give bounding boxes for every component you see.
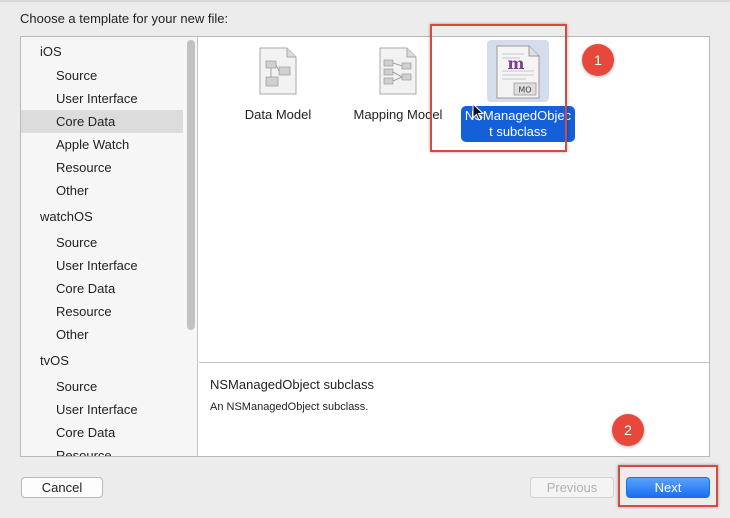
template-data-model[interactable]: Data Model (218, 37, 338, 147)
sidebar-item-watchos-resource[interactable]: Resource (21, 300, 183, 323)
annotation-step-badge: 2 (612, 414, 644, 446)
sidebar-item-tvos-source[interactable]: Source (21, 375, 183, 398)
annotation-highlight-template (430, 24, 567, 152)
platform-sidebar: iOS Source User Interface Core Data Appl… (21, 37, 198, 456)
mapping-model-icon (379, 47, 417, 95)
sidebar-item-watchos-core-data[interactable]: Core Data (21, 277, 183, 300)
data-model-icon (259, 47, 297, 95)
previous-button[interactable]: Previous (530, 477, 614, 498)
template-label: Data Model (244, 107, 312, 122)
dialog-prompt: Choose a template for your new file: (20, 11, 229, 26)
sidebar-item-ios-other[interactable]: Other (21, 179, 183, 202)
sidebar-item-ios-source[interactable]: Source (21, 64, 183, 87)
annotation-step-badge: 1 (582, 44, 614, 76)
sidebar-item-tvos-user-interface[interactable]: User Interface (21, 398, 183, 421)
window-top-edge (0, 0, 730, 2)
sidebar-item-ios-user-interface[interactable]: User Interface (21, 87, 183, 110)
sidebar-item-watchos-user-interface[interactable]: User Interface (21, 254, 183, 277)
annotation-highlight-next (618, 465, 718, 507)
mouse-cursor-icon (472, 103, 484, 121)
sidebar-item-tvos-resource[interactable]: Resource (21, 444, 183, 456)
sidebar-section-tvos[interactable]: tvOS (21, 349, 183, 372)
sidebar-section-watchos[interactable]: watchOS (21, 205, 183, 228)
sidebar-scrollbar-thumb[interactable] (187, 40, 195, 330)
sidebar-item-ios-core-data[interactable]: Core Data (21, 110, 183, 133)
template-chooser-panel: iOS Source User Interface Core Data Appl… (20, 36, 710, 457)
sidebar-item-watchos-source[interactable]: Source (21, 231, 183, 254)
sidebar-item-ios-apple-watch[interactable]: Apple Watch (21, 133, 183, 156)
sidebar-item-watchos-other[interactable]: Other (21, 323, 183, 346)
description-body: An NSManagedObject subclass. (210, 401, 369, 413)
description-divider (199, 362, 709, 363)
cancel-button[interactable]: Cancel (21, 477, 103, 498)
description-title: NSManagedObject subclass (210, 377, 375, 392)
sidebar-item-ios-resource[interactable]: Resource (21, 156, 183, 179)
sidebar-item-tvos-core-data[interactable]: Core Data (21, 421, 183, 444)
sidebar-section-ios[interactable]: iOS (21, 40, 183, 63)
